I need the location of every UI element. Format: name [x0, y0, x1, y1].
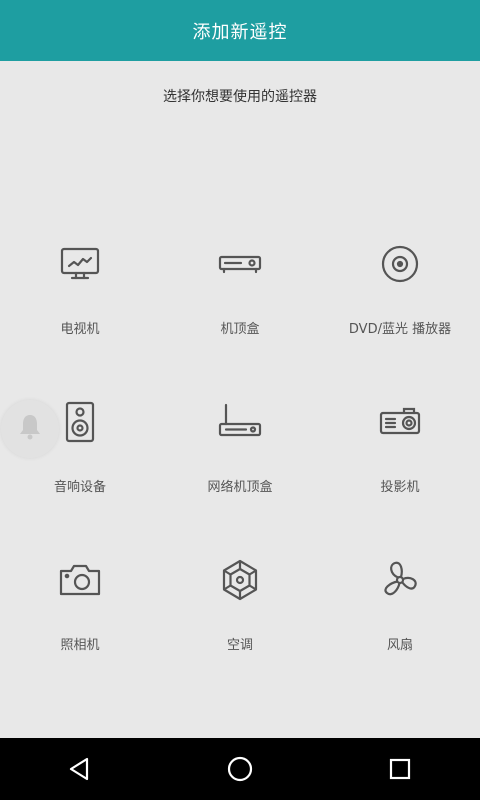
device-label: 投影机 [380, 480, 420, 495]
bell-icon [18, 413, 42, 445]
tv-icon [58, 242, 102, 286]
camera-icon [58, 558, 102, 602]
device-tv[interactable]: 电视机 [0, 222, 160, 380]
snowflake-icon [218, 558, 262, 602]
back-icon [69, 757, 89, 781]
network-box-icon [218, 400, 262, 444]
speaker-icon [58, 400, 102, 444]
app-bar: 添加新遥控 [0, 0, 480, 61]
device-projector[interactable]: 投影机 [320, 380, 480, 538]
floating-bell-button[interactable] [1, 400, 59, 458]
disc-player-icon [378, 242, 422, 286]
device-label: 空调 [226, 638, 253, 653]
nav-home-button[interactable] [210, 738, 270, 800]
device-label: 风扇 [386, 638, 413, 653]
projector-icon [378, 400, 422, 444]
home-icon [227, 756, 253, 782]
device-label: 电视机 [60, 322, 100, 337]
device-label: DVD/蓝光 播放器 [348, 322, 452, 337]
system-navigation-bar [0, 738, 480, 800]
device-label: 网络机顶盒 [207, 480, 273, 495]
device-disc-player[interactable]: DVD/蓝光 播放器 [320, 222, 480, 380]
recents-icon [389, 758, 411, 780]
page-title: 添加新遥控 [192, 21, 288, 43]
instruction-text: 选择你想要使用的遥控器 [163, 89, 317, 105]
device-fan[interactable]: 风扇 [320, 538, 480, 696]
device-air-conditioner[interactable]: 空调 [160, 538, 320, 696]
nav-recents-button[interactable] [370, 738, 430, 800]
device-camera[interactable]: 照相机 [0, 538, 160, 696]
device-label: 照相机 [60, 638, 100, 653]
device-set-top-box[interactable]: 机顶盒 [160, 222, 320, 380]
set-top-box-icon [218, 242, 262, 286]
device-network-box[interactable]: 网络机顶盒 [160, 380, 320, 538]
device-label: 音响设备 [53, 480, 106, 495]
device-grid: 电视机 机顶盒 DVD/蓝光 播放器 音响设备 网络机顶盒 投影机 照相机 空调… [0, 222, 480, 696]
fan-icon [378, 558, 422, 602]
nav-back-button[interactable] [50, 738, 110, 800]
device-label: 机顶盒 [220, 322, 260, 337]
